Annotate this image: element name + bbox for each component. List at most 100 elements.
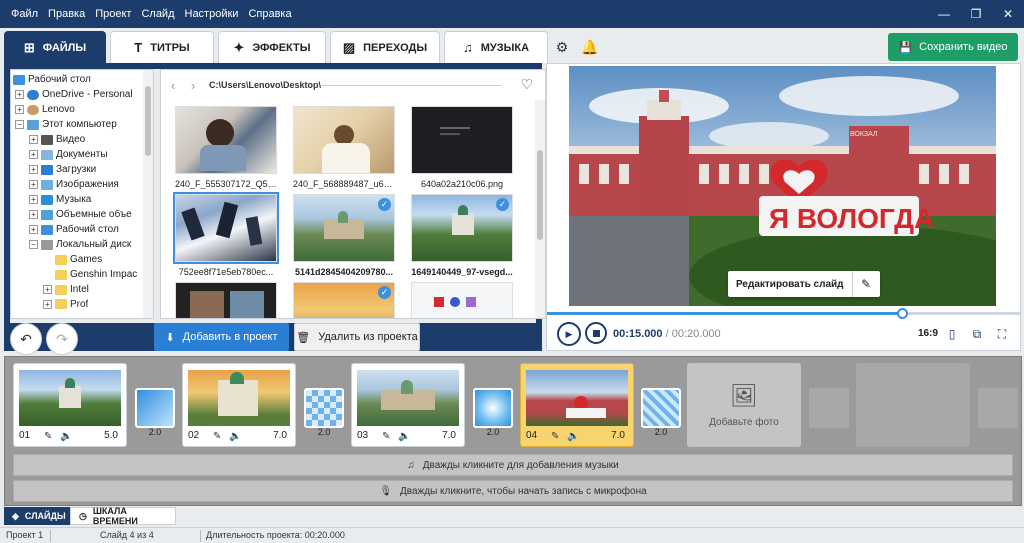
expand-icon[interactable]: + [29, 210, 38, 219]
save-video-button[interactable]: 💾 Сохранить видео [888, 33, 1018, 61]
speaker-icon[interactable]: 🔈 [229, 431, 241, 442]
tab-bar: ⊞ ФАЙЛЫ T ТИТРЫ ✦ ЭФФЕКТЫ ▨ ПЕРЕХОДЫ ♫ М… [4, 31, 548, 63]
tree-scrollbar[interactable] [143, 70, 153, 318]
collapse-icon[interactable]: − [15, 120, 24, 129]
play-button[interactable]: ▶ [557, 322, 581, 346]
tab-transitions[interactable]: ▨ ПЕРЕХОДЫ [330, 31, 440, 63]
tree-item-desktop[interactable]: Рабочий стол [13, 72, 91, 87]
pencil-icon[interactable]: ✎ [382, 431, 390, 442]
transition-3[interactable] [473, 388, 513, 428]
file-item[interactable]: 640a02a210c06.png [411, 106, 515, 189]
restore-icon[interactable]: ❐ [960, 0, 992, 28]
tree-item-downloads[interactable]: + Загрузки [29, 162, 96, 177]
forward-arrow-icon[interactable]: › [185, 78, 201, 93]
file-item[interactable]: ✓ 1649140449_97-vsegd... [411, 194, 515, 277]
transition-2[interactable] [304, 388, 344, 428]
pencil-icon[interactable]: ✎ [213, 431, 221, 442]
tree-item-desktop-2[interactable]: + Рабочий стол [29, 222, 119, 237]
snapshot-icon[interactable]: ⧉ [968, 325, 986, 343]
collapse-icon[interactable]: − [29, 240, 38, 249]
tree-item-genshin[interactable]: Genshin Impac [55, 267, 137, 282]
file-item[interactable]: 240_F_568889487_u6wcr... [293, 106, 397, 189]
expand-icon[interactable]: + [29, 165, 38, 174]
tree-item-video[interactable]: + Видео [29, 132, 85, 147]
playhead-knob[interactable] [896, 308, 908, 319]
menu-edit[interactable]: Правка [43, 0, 90, 28]
back-arrow-icon[interactable]: ‹ [165, 78, 181, 93]
folder-tree[interactable]: Рабочий стол + OneDrive - Personal + Len… [10, 69, 154, 319]
tree-item-local-disk[interactable]: − Локальный диск [29, 237, 131, 252]
cube-icon [41, 209, 53, 220]
close-icon[interactable]: ✕ [992, 0, 1024, 28]
aspect-ratio[interactable]: 16:9 [918, 328, 938, 339]
expand-icon[interactable]: + [29, 150, 38, 159]
tree-item-this-pc[interactable]: − Этот компьютер [15, 117, 117, 132]
transition-4[interactable] [641, 388, 681, 428]
tree-item-intel[interactable]: + Intel [43, 282, 89, 297]
file-item[interactable] [411, 282, 515, 318]
expand-icon[interactable]: + [29, 195, 38, 204]
frame-icon[interactable]: ▯ [943, 325, 961, 343]
expand-icon[interactable]: + [29, 225, 38, 234]
add-to-project-button[interactable]: ⬇ Добавить в проект [154, 323, 289, 351]
timeline-slide-3[interactable]: 03 ✎ 🔈 7.0 [351, 363, 465, 447]
tab-effects[interactable]: ✦ ЭФФЕКТЫ [218, 31, 326, 63]
file-item[interactable]: 240_F_555307172_Q5A8... [175, 106, 279, 189]
expand-icon[interactable]: + [15, 105, 24, 114]
speaker-icon[interactable]: 🔈 [567, 431, 579, 442]
music-track[interactable]: ♫ Дважды кликните для добавления музыки [13, 454, 1013, 476]
expand-icon[interactable]: + [15, 90, 24, 99]
pencil-icon[interactable]: ✎ [44, 431, 52, 442]
tab-titles[interactable]: T ТИТРЫ [110, 31, 214, 63]
pencil-icon[interactable]: ✎ [851, 271, 880, 297]
menu-settings[interactable]: Настройки [180, 0, 244, 28]
gear-icon[interactable]: ⚙ [550, 35, 574, 59]
undo-button[interactable]: ↶ [10, 323, 42, 355]
expand-icon[interactable]: + [29, 180, 38, 189]
menu-project[interactable]: Проект [90, 0, 136, 28]
minimize-icon[interactable]: — [928, 0, 960, 28]
expand-icon[interactable]: + [43, 299, 52, 309]
microphone-track[interactable]: 🎙 Дважды кликните, чтобы начать запись с… [13, 480, 1013, 502]
expand-icon[interactable]: + [43, 285, 52, 294]
speaker-icon[interactable]: 🔈 [60, 431, 72, 442]
transitions-icon: ▨ [342, 39, 356, 55]
folder-icon [55, 254, 67, 265]
edit-slide-button[interactable]: Редактировать слайд ✎ [728, 271, 880, 297]
tab-slides[interactable]: ◈ СЛАЙДЫ [4, 507, 70, 525]
files-scrollbar[interactable] [535, 100, 545, 318]
tree-item-documents[interactable]: + Документы [29, 147, 108, 162]
file-item[interactable]: ✓ 5141d2845404209780... [293, 194, 397, 277]
expand-icon[interactable]: + [29, 135, 38, 144]
file-item[interactable]: ✓ [293, 282, 397, 318]
menu-file[interactable]: Файл [6, 0, 43, 28]
remove-from-project-button[interactable]: 🗑 Удалить из проекта [294, 323, 420, 351]
menu-help[interactable]: Справка [243, 0, 296, 28]
tree-item-games[interactable]: Games [55, 252, 102, 267]
add-photo-slot[interactable]: 🖼 Добавьте фото [687, 363, 801, 447]
playback-progress[interactable] [547, 308, 1020, 319]
tree-item-3d-objects[interactable]: + Объемные объе [29, 207, 132, 222]
tree-item-music[interactable]: + Музыка [29, 192, 91, 207]
favorite-heart-icon[interactable]: ♡ [520, 76, 533, 93]
timeline-slide-4[interactable]: 04 ✎ 🔈 7.0 [520, 363, 634, 447]
file-item-selected[interactable]: 752ee8f71e5eb780ec... [173, 192, 279, 277]
speaker-icon[interactable]: 🔈 [398, 431, 410, 442]
menu-slide[interactable]: Слайд [136, 0, 179, 28]
tree-item-lenovo[interactable]: + Lenovo [15, 102, 75, 117]
fullscreen-icon[interactable]: ⛶ [993, 325, 1011, 343]
bell-icon[interactable]: 🔔 [578, 35, 602, 59]
tab-music[interactable]: ♫ МУЗЫКА [444, 31, 548, 63]
tree-item-onedrive[interactable]: + OneDrive - Personal [15, 87, 133, 102]
tree-item-pictures[interactable]: + Изображения [29, 177, 119, 192]
transition-1[interactable] [135, 388, 175, 428]
tree-item-prof[interactable]: + Prof [43, 297, 88, 311]
file-item[interactable] [175, 282, 279, 318]
pencil-icon[interactable]: ✎ [551, 431, 559, 442]
timeline-slide-1[interactable]: 01 ✎ 🔈 5.0 [13, 363, 127, 447]
redo-button[interactable]: ↷ [46, 323, 78, 355]
tab-timeline[interactable]: ◷ ШКАЛА ВРЕМЕНИ [70, 506, 176, 526]
tab-files[interactable]: ⊞ ФАЙЛЫ [4, 31, 106, 63]
stop-button[interactable] [585, 322, 607, 344]
timeline-slide-2[interactable]: 02 ✎ 🔈 7.0 [182, 363, 296, 447]
